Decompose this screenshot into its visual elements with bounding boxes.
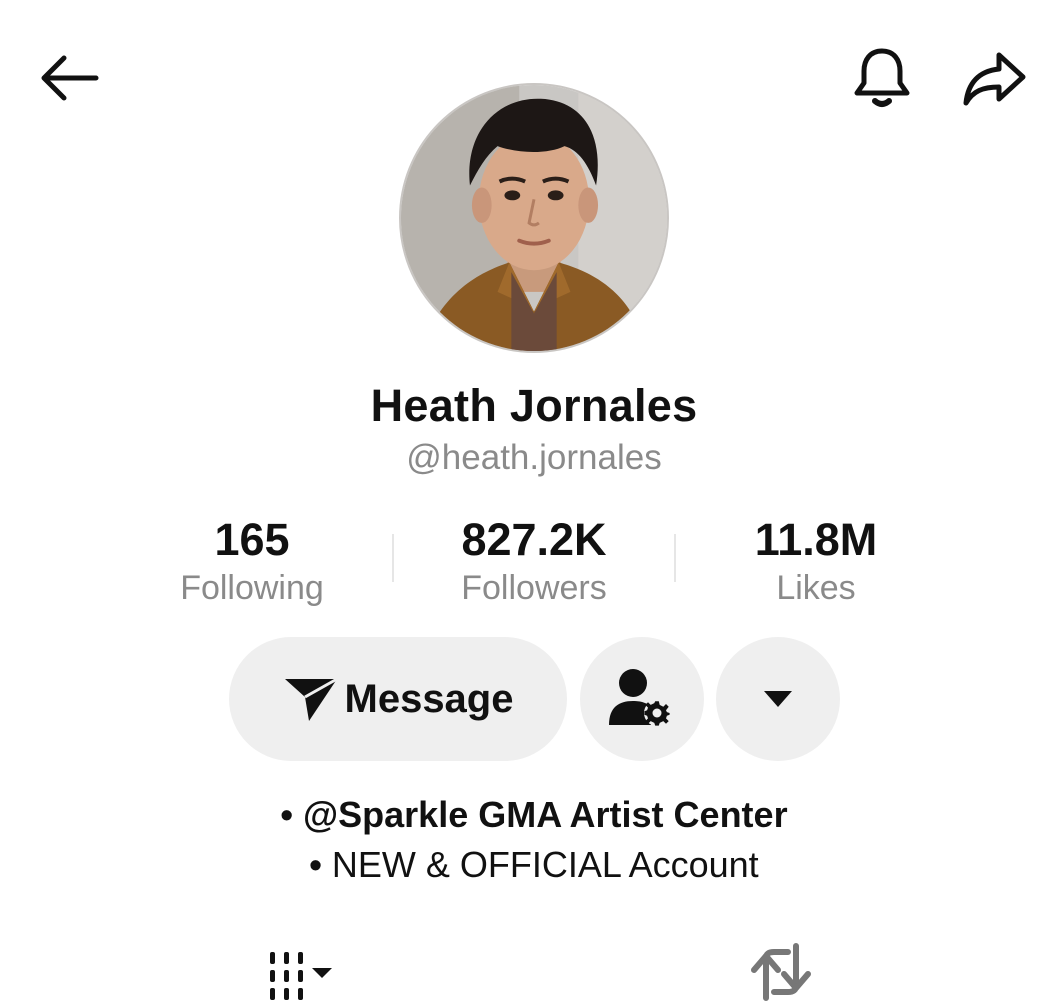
display-name: Heath Jornales (370, 380, 698, 431)
stat-following[interactable]: 165 Following (122, 514, 382, 610)
repost-icon (751, 943, 811, 1001)
arrow-left-icon (41, 55, 99, 101)
share-arrow-icon (963, 52, 1026, 106)
profile-page: Heath Jornales @heath.jornales 165 Follo… (0, 0, 1056, 1008)
bell-icon (854, 48, 910, 107)
more-options-button[interactable] (716, 637, 840, 761)
caret-down-icon (764, 691, 792, 707)
likes-label: Likes (776, 569, 856, 607)
back-button[interactable] (28, 44, 108, 112)
tab-reposts[interactable] (736, 936, 826, 1008)
stat-divider (392, 534, 394, 582)
likes-count: 11.8M (754, 514, 878, 565)
followers-count: 827.2K (461, 514, 607, 565)
avatar-image (401, 85, 667, 351)
share-button[interactable] (952, 40, 1036, 116)
bio-line-1: • @Sparkle GMA Artist Center (0, 794, 1056, 836)
stat-divider (674, 534, 676, 582)
grid-dropdown-icon (270, 952, 332, 1000)
tab-videos[interactable] (240, 936, 350, 1008)
stat-followers[interactable]: 827.2K Followers (404, 514, 664, 610)
bio-text: @Sparkle GMA Artist Center (303, 794, 788, 835)
message-button[interactable]: Message (229, 637, 567, 761)
notification-button[interactable] (842, 40, 922, 116)
profile-avatar[interactable] (399, 83, 669, 353)
person-gear-icon (609, 669, 670, 726)
send-icon (284, 677, 338, 721)
bio-text: NEW & OFFICIAL Account (331, 844, 759, 885)
stat-likes[interactable]: 11.8M Likes (686, 514, 946, 610)
message-label: Message (344, 676, 514, 721)
bio-bullet: • (280, 794, 294, 835)
bio-bullet: • (309, 844, 322, 885)
followers-label: Followers (461, 569, 607, 607)
following-count: 165 (214, 514, 290, 565)
username: @heath.jornales (406, 438, 662, 477)
add-friend-button[interactable] (580, 637, 704, 761)
bio-line-2: • NEW & OFFICIAL Account (0, 844, 1056, 886)
following-label: Following (180, 569, 324, 607)
